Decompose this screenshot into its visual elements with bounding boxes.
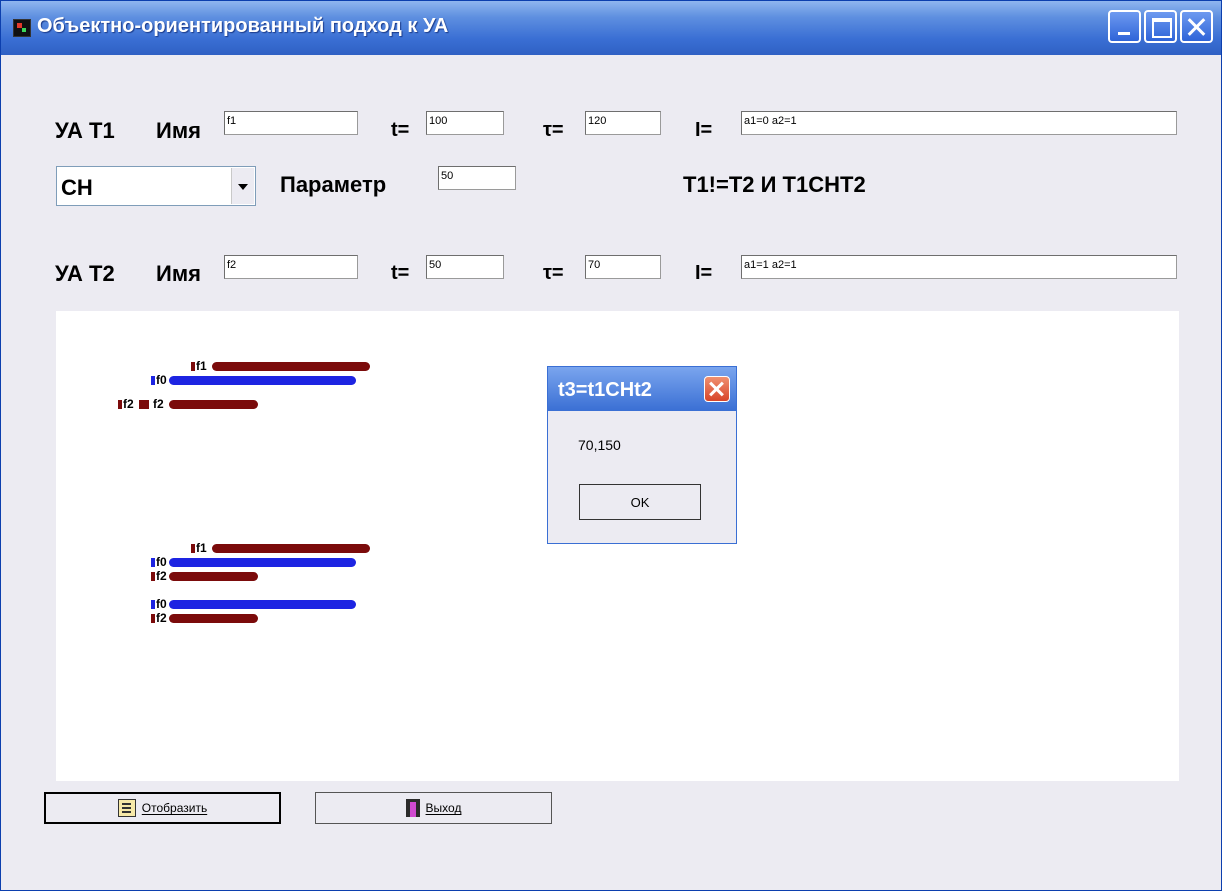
t2-i-label: I= — [695, 262, 713, 284]
exit-button[interactable]: Выход — [315, 792, 552, 824]
g1-f0-bar — [169, 376, 356, 385]
g2-f1-label: f1 — [196, 541, 207, 555]
g2-f2-tick — [151, 572, 155, 581]
exit-door-icon — [405, 799, 420, 817]
g1-f0-label: f0 — [156, 373, 167, 387]
g3-f2-bar — [169, 614, 258, 623]
g2-f2-bar — [169, 572, 258, 581]
t2-tau-field[interactable]: 70 — [585, 255, 661, 279]
maximize-button[interactable] — [1144, 10, 1177, 43]
g2-f2-label: f2 — [156, 569, 167, 583]
display-button[interactable]: Отобразить — [44, 792, 281, 824]
g1-f2b-label: f2 — [153, 397, 164, 411]
g2-f0-label: f0 — [156, 555, 167, 569]
g3-f2-tick — [151, 614, 155, 623]
g2-f0-bar — [169, 558, 356, 567]
g3-f2-label: f2 — [156, 611, 167, 625]
operation-value: СН — [61, 175, 93, 200]
dialog-close-icon[interactable] — [704, 376, 730, 402]
t2-t-field[interactable]: 50 — [426, 255, 504, 279]
minimize-button[interactable] — [1108, 10, 1141, 43]
operation-combobox[interactable]: СН — [56, 166, 256, 206]
g1-f2a-label: f2 — [123, 397, 134, 411]
dialog-title: t3=t1CHt2 — [558, 379, 652, 401]
t1-tau-field[interactable]: 120 — [585, 111, 661, 135]
dialog-title-bar[interactable]: t3=t1CHt2 — [548, 367, 736, 411]
chevron-down-icon[interactable] — [231, 168, 254, 204]
g1-f0-tick — [151, 376, 155, 385]
g3-f0-tick — [151, 600, 155, 609]
t2-name-label: Имя — [156, 261, 201, 286]
t1-i-label: I= — [695, 119, 713, 141]
t2-name-field[interactable]: f2 — [224, 255, 358, 279]
window-title: Объектно-ориентированный подход к УА — [37, 15, 449, 37]
t2-t-label: t= — [391, 262, 410, 284]
t1-t-label: t= — [391, 119, 410, 141]
exit-button-label: Выход — [425, 801, 462, 815]
display-button-label: Отобразить — [141, 801, 208, 815]
g1-f2-bar — [169, 400, 258, 409]
g1-f2a-tick — [118, 400, 122, 409]
t1-label: УА Т1 — [55, 118, 115, 143]
t1-name-label: Имя — [156, 118, 201, 143]
g2-f0-tick — [151, 558, 155, 567]
t1-i-field[interactable]: a1=0 a2=1 — [741, 111, 1177, 135]
g2-f1-tick — [191, 544, 195, 553]
g1-f1-bar — [212, 362, 370, 371]
t2-i-field[interactable]: a1=1 a2=1 — [741, 255, 1177, 279]
g1-f1-tick — [191, 362, 195, 371]
t2-label: УА Т2 — [55, 261, 115, 286]
close-button[interactable] — [1180, 10, 1213, 43]
param-label: Параметр — [280, 172, 387, 197]
g1-f2-connector — [139, 400, 149, 409]
g1-f1-label: f1 — [196, 359, 207, 373]
dialog-message: 70,150 — [578, 437, 621, 453]
document-icon — [117, 799, 136, 817]
ok-button[interactable]: OK — [579, 484, 701, 520]
t1-name-field[interactable]: f1 — [224, 111, 358, 135]
g2-f1-bar — [212, 544, 370, 553]
g3-f0-label: f0 — [156, 597, 167, 611]
t1-tau-label: τ= — [543, 119, 564, 141]
message-dialog: t3=t1CHt2 70,150 OK — [547, 366, 737, 544]
t1-t-field[interactable]: 100 — [426, 111, 504, 135]
title-bar[interactable]: Объектно-ориентированный подход к УА — [1, 1, 1221, 55]
g3-f0-bar — [169, 600, 356, 609]
param-field[interactable]: 50 — [438, 166, 516, 190]
t2-tau-label: τ= — [543, 262, 564, 284]
main-window: Объектно-ориентированный подход к УА УА … — [0, 0, 1222, 891]
result-text: T1!=T2 И T1CHT2 — [683, 172, 866, 197]
app-icon — [13, 19, 31, 37]
